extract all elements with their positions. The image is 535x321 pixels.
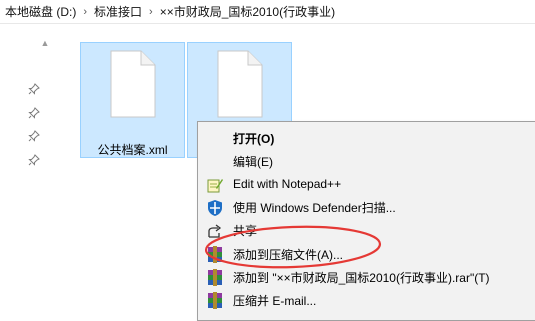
windows-defender-shield-icon bbox=[206, 199, 224, 216]
winrar-icon bbox=[206, 269, 224, 286]
menu-item-defender-scan[interactable]: 使用 Windows Defender扫描... bbox=[198, 196, 535, 218]
menu-item-label: 添加到 "××市财政局_国标2010(行政事业).rar"(T) bbox=[233, 270, 490, 285]
breadcrumb-item-folder[interactable]: 标准接口 bbox=[91, 3, 145, 20]
menu-item-label: 共享 bbox=[233, 223, 258, 238]
document-icon bbox=[110, 50, 156, 118]
menu-item-add-to-rar[interactable]: 添加到 "××市财政局_国标2010(行政事业).rar"(T) bbox=[198, 266, 535, 288]
winrar-icon bbox=[206, 246, 224, 263]
notepad-plus-plus-icon bbox=[206, 176, 224, 193]
breadcrumb-item-drive[interactable]: 本地磁盘 (D:) bbox=[2, 3, 79, 20]
menu-item-label: 打开(O) bbox=[233, 131, 275, 146]
winrar-icon bbox=[206, 292, 224, 309]
breadcrumb-item-current[interactable]: ××市财政局_国标2010(行政事业) bbox=[157, 3, 338, 20]
share-icon bbox=[206, 222, 224, 239]
pin-icon bbox=[28, 107, 40, 119]
document-icon bbox=[217, 50, 263, 118]
menu-item-label: Edit with Notepad++ bbox=[233, 177, 342, 191]
context-menu: 打开(O) 编辑(E) Edit with Notepad++ 使用 Windo… bbox=[197, 121, 535, 321]
menu-item-share[interactable]: 共享 bbox=[198, 219, 535, 241]
menu-item-open[interactable]: 打开(O) bbox=[198, 127, 535, 149]
menu-item-edit-notepadpp[interactable]: Edit with Notepad++ bbox=[198, 173, 535, 195]
breadcrumb-separator-icon: › bbox=[83, 5, 87, 18]
pin-icon bbox=[28, 154, 40, 166]
file-item[interactable]: 公共档案.xml bbox=[80, 42, 185, 158]
scroll-up-arrow-icon[interactable]: ▲ bbox=[40, 38, 50, 48]
breadcrumb: 本地磁盘 (D:) › 标准接口 › ××市财政局_国标2010(行政事业) bbox=[0, 0, 535, 24]
menu-item-edit[interactable]: 编辑(E) bbox=[198, 150, 535, 172]
pin-icon bbox=[28, 83, 40, 95]
file-name: 公共档案.xml bbox=[97, 143, 168, 157]
breadcrumb-separator-icon: › bbox=[149, 5, 153, 18]
menu-item-label: 使用 Windows Defender扫描... bbox=[233, 200, 396, 215]
pin-icon bbox=[28, 130, 40, 142]
menu-item-compress-email[interactable]: 压缩并 E-mail... bbox=[198, 289, 535, 311]
menu-item-label: 编辑(E) bbox=[233, 154, 273, 169]
menu-item-label: 压缩并 E-mail... bbox=[233, 293, 317, 308]
menu-item-label: 添加到压缩文件(A)... bbox=[233, 247, 343, 262]
menu-item-add-to-archive[interactable]: 添加到压缩文件(A)... bbox=[198, 243, 535, 265]
